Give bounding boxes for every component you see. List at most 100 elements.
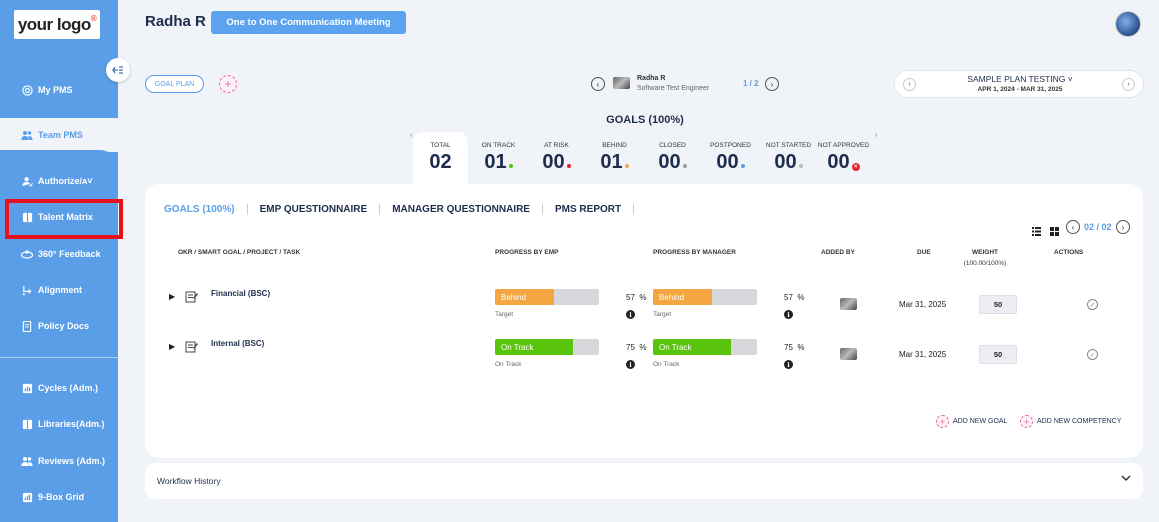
weight-value[interactable]: 50 bbox=[979, 295, 1017, 314]
sidebar-item-label: Reviews (Adm.) bbox=[38, 456, 106, 466]
grid-view-icon[interactable] bbox=[1050, 223, 1059, 236]
weight-label: WEIGHT bbox=[972, 249, 998, 256]
stat-label: TOTAL bbox=[430, 142, 451, 149]
column-header-due: DUE bbox=[917, 249, 931, 256]
weight-total: (100.00/100%) bbox=[963, 260, 1007, 267]
stat-value: 02 bbox=[413, 151, 468, 174]
percent-sign: % bbox=[639, 293, 647, 302]
action-check-icon[interactable]: ✓ bbox=[1087, 349, 1098, 360]
stat-number: 00 bbox=[542, 151, 565, 173]
sidebar-item-policy-docs[interactable]: Policy Docs bbox=[0, 311, 118, 341]
stat-number: 00 bbox=[827, 151, 850, 173]
page-indicator: 02 / 02 bbox=[1084, 222, 1112, 232]
column-header-okr: OKR / SMART GOAL / PROJECT / TASK bbox=[178, 249, 301, 256]
add-goal-plan-button[interactable]: + bbox=[219, 75, 237, 93]
percent-value: 57 bbox=[626, 293, 635, 302]
status-dot-icon bbox=[798, 164, 803, 168]
employee-page-indicator: 1 / 2 bbox=[743, 79, 759, 88]
sidebar-item-label: Authorize/ᴀ˅ bbox=[38, 176, 93, 186]
info-icon[interactable]: i bbox=[784, 310, 793, 319]
goal-tabs: GOALS (100%) EMP QUESTIONNAIRE MANAGER Q… bbox=[164, 204, 635, 215]
library-icon bbox=[21, 418, 33, 430]
status-dot-icon bbox=[682, 164, 687, 168]
avatar[interactable] bbox=[1115, 11, 1141, 37]
collapse-arrow-icon[interactable] bbox=[106, 58, 130, 82]
stats-right-arrow-icon[interactable]: › bbox=[875, 132, 877, 139]
next-page-button[interactable]: › bbox=[1116, 220, 1130, 234]
percent-value: 75 bbox=[626, 343, 635, 352]
stat-number: 00 bbox=[716, 151, 739, 173]
add-new-competency-button[interactable]: + ADD NEW COMPETENCY bbox=[1020, 415, 1121, 428]
add-new-goal-button[interactable]: + ADD NEW GOAL bbox=[936, 415, 1007, 428]
stat-on-track[interactable]: ON TRACK 01 bbox=[471, 132, 526, 174]
stat-not-started[interactable]: NOT STARTED 00 bbox=[761, 132, 816, 174]
stat-at-risk[interactable]: AT RISK 00 bbox=[529, 132, 584, 174]
stat-number: 01 bbox=[600, 151, 623, 173]
due-date: Mar 31, 2025 bbox=[899, 300, 947, 309]
stat-total[interactable]: TOTAL 02 bbox=[413, 132, 468, 184]
employee-avatar bbox=[613, 77, 630, 89]
stat-value: 00 bbox=[645, 151, 700, 174]
stat-postponed[interactable]: POSTPONED 00 bbox=[703, 132, 758, 174]
list-view-icon[interactable] bbox=[1032, 223, 1041, 236]
percent-value: 57 bbox=[784, 293, 793, 302]
previous-page-button[interactable]: ‹ bbox=[1066, 220, 1080, 234]
progress-sub-emp: Target bbox=[495, 311, 514, 318]
user-check-icon bbox=[21, 175, 33, 187]
plan-dates: APR 1, 2024 - MAR 31, 2025 bbox=[977, 86, 1063, 93]
sidebar-item-alignment[interactable]: Alignment bbox=[0, 275, 118, 305]
progress-fill: Behind bbox=[495, 289, 555, 305]
goal-task-icon bbox=[185, 340, 199, 353]
progress-bar-emp: On Track bbox=[495, 339, 599, 355]
next-plan-button[interactable]: › bbox=[1122, 78, 1135, 91]
action-check-icon[interactable]: ✓ bbox=[1087, 299, 1098, 310]
sidebar-item-cycles[interactable]: Cycles (Adm.) bbox=[0, 373, 118, 403]
sidebar-item-libraries[interactable]: Libraries(Adm.) bbox=[0, 409, 118, 439]
stat-value: 00 × bbox=[816, 151, 871, 174]
progress-bar-emp: Behind bbox=[495, 289, 599, 305]
column-header-progress-manager: PROGRESS BY MANAGER bbox=[653, 249, 736, 256]
stat-label: CLOSED bbox=[659, 142, 686, 149]
sidebar-item-360-feedback[interactable]: 360° Feedback bbox=[0, 239, 118, 269]
column-header-progress-emp: PROGRESS BY EMP bbox=[495, 249, 559, 256]
percent-sign: % bbox=[797, 343, 805, 352]
one-to-one-meeting-button[interactable]: One to One Communication Meeting bbox=[211, 11, 406, 34]
sidebar-item-authorize[interactable]: Authorize/ᴀ˅ bbox=[0, 166, 118, 196]
goal-name[interactable]: Internal (BSC) bbox=[211, 339, 264, 348]
stat-not-approved[interactable]: NOT APPROVED 00 × bbox=[816, 132, 871, 174]
tab-manager-questionnaire[interactable]: MANAGER QUESTIONNAIRE bbox=[380, 204, 543, 215]
info-icon[interactable]: i bbox=[626, 310, 635, 319]
goal-name[interactable]: Financial (BSC) bbox=[211, 289, 270, 298]
tab-emp-questionnaire[interactable]: EMP QUESTIONNAIRE bbox=[248, 204, 381, 215]
sidebar-item-9-box-grid[interactable]: 9-Box Grid bbox=[0, 482, 118, 512]
weight-value[interactable]: 50 bbox=[979, 345, 1017, 364]
sidebar-item-reviews[interactable]: Reviews (Adm.) bbox=[0, 446, 118, 476]
goals-card: GOALS (100%) EMP QUESTIONNAIRE MANAGER Q… bbox=[145, 184, 1143, 458]
sidebar-item-label: 9-Box Grid bbox=[38, 492, 85, 502]
progress-fill: Behind bbox=[653, 289, 713, 305]
tab-pms-report[interactable]: PMS REPORT bbox=[543, 204, 635, 215]
workflow-history-panel[interactable]: Workflow History bbox=[145, 463, 1143, 499]
progress-bar-manager: On Track bbox=[653, 339, 757, 355]
expand-row-icon[interactable]: ▶ bbox=[169, 342, 175, 351]
stats-left-arrow-icon[interactable]: ‹ bbox=[410, 132, 412, 139]
tab-goals[interactable]: GOALS (100%) bbox=[164, 204, 248, 215]
stat-closed[interactable]: CLOSED 00 bbox=[645, 132, 700, 174]
goal-plan-button[interactable]: GOAL PLAN bbox=[145, 75, 204, 93]
stat-behind[interactable]: BEHIND 01 bbox=[587, 132, 642, 174]
stat-number: 02 bbox=[429, 151, 452, 173]
info-icon[interactable]: i bbox=[626, 360, 635, 369]
previous-employee-button[interactable]: ‹ bbox=[591, 77, 605, 91]
sidebar-item-my-pms[interactable]: My PMS bbox=[0, 75, 118, 105]
next-employee-button[interactable]: › bbox=[765, 77, 779, 91]
stat-label: ON TRACK bbox=[481, 142, 516, 149]
expand-row-icon[interactable]: ▶ bbox=[169, 292, 175, 301]
stat-number: 00 bbox=[774, 151, 797, 173]
stat-value: 01 bbox=[587, 151, 642, 174]
progress-sub-manager: Target bbox=[653, 311, 672, 318]
info-icon[interactable]: i bbox=[784, 360, 793, 369]
plus-icon: + bbox=[1020, 415, 1033, 428]
stat-value: 00 bbox=[529, 151, 584, 174]
plan-selector[interactable]: ‹ SAMPLE PLAN TESTING ˅ APR 1, 2024 - MA… bbox=[894, 70, 1144, 98]
chevron-down-icon[interactable] bbox=[1121, 474, 1131, 485]
